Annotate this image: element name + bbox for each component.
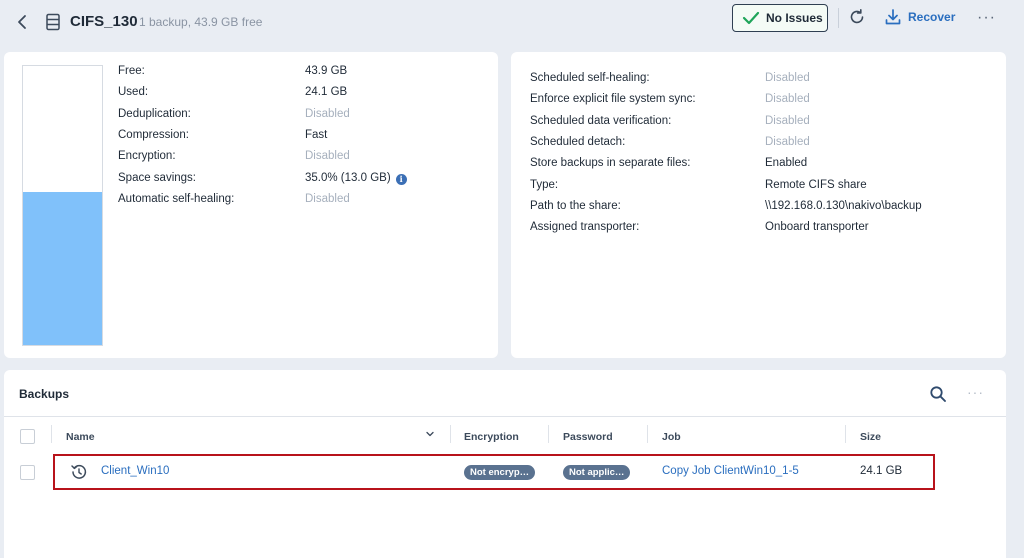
checkmark-icon — [742, 11, 760, 25]
recover-label: Recover — [908, 10, 956, 24]
divider — [4, 416, 1006, 417]
setting-prop-value-text: Remote CIFS share — [765, 178, 867, 191]
setting-prop-value: Disabled — [765, 115, 810, 127]
storage-summary-card: Free: 43.9 GB Used: 24.1 GB Deduplication: Di… — [4, 52, 498, 358]
setting-prop-value-text: Disabled — [765, 93, 810, 106]
encryption-badge: Not encryp… — [464, 465, 536, 480]
backups-more-icon[interactable]: ··· — [967, 384, 984, 400]
setting-prop-label: Scheduled detach: — [530, 135, 626, 148]
setting-prop-label: Path to the share: — [530, 199, 621, 212]
column-divider — [845, 425, 846, 443]
backup-size: 24.1 GB — [860, 465, 903, 477]
download-icon — [885, 9, 901, 25]
select-all-checkbox[interactable] — [20, 429, 35, 444]
storage-prop-label: Deduplication: — [118, 107, 191, 120]
setting-prop-value-text: Onboard transporter — [765, 221, 869, 234]
setting-prop-value-text: \\192.168.0.130\nakivo\backup — [765, 199, 922, 212]
backup-restore-icon — [71, 464, 87, 479]
search-icon[interactable] — [929, 385, 947, 403]
row-checkbox[interactable] — [20, 465, 35, 480]
storage-prop-value-text: Disabled — [305, 192, 350, 205]
setting-prop-value: Enabled — [765, 157, 807, 169]
column-divider — [647, 425, 648, 443]
info-icon[interactable]: i — [395, 173, 407, 185]
setting-prop-label: Store backups in separate files: — [530, 157, 691, 170]
setting-prop-label: Enforce explicit file system sync: — [530, 93, 696, 106]
storage-prop-value: Disabled — [305, 150, 350, 162]
setting-prop-value-text: Disabled — [765, 114, 810, 127]
recover-button[interactable]: Recover — [884, 8, 955, 26]
status-label: No Issues — [766, 11, 823, 25]
storage-prop-label: Automatic self-healing: — [118, 192, 235, 205]
column-divider — [548, 425, 549, 443]
column-header-size[interactable]: Size — [860, 431, 881, 443]
storage-prop-value-text: 24.1 GB — [305, 86, 348, 99]
page-title: CIFS_130 — [70, 13, 138, 30]
storage-prop-value-text: 43.9 GB — [305, 65, 348, 77]
more-options-icon[interactable]: ··· — [977, 9, 996, 27]
setting-prop-value: Disabled — [765, 136, 810, 148]
column-divider — [450, 425, 451, 443]
storage-prop-label: Free: — [118, 65, 145, 77]
password-badge: Not applic… — [563, 465, 631, 480]
repository-icon — [46, 13, 60, 31]
setting-prop-value: \\192.168.0.130\nakivo\backup — [765, 200, 922, 212]
setting-prop-value-text: Enabled — [765, 157, 808, 170]
storage-prop-value: Disabled — [305, 193, 350, 205]
setting-prop-value-text: Disabled — [765, 135, 810, 148]
repository-settings-card: Scheduled self-healing: Disabled Enforce e… — [511, 52, 1006, 358]
setting-prop-label: Scheduled data verification: — [530, 114, 672, 127]
storage-prop-label: Space savings: — [118, 171, 196, 184]
storage-prop-label: Encryption: — [118, 150, 176, 163]
storage-prop-value: Disabled — [305, 108, 350, 120]
header: CIFS_130 1 backup, 43.9 GB free No Issue… — [0, 0, 1024, 44]
back-arrow-icon[interactable] — [14, 12, 32, 32]
setting-prop-value: Remote CIFS share — [765, 179, 867, 191]
storage-used-fill — [23, 191, 102, 345]
storage-prop-value-text: Disabled — [305, 107, 350, 120]
setting-prop-value-text: Disabled — [765, 72, 810, 84]
setting-prop-value: Onboard transporter — [765, 221, 869, 233]
setting-prop-label: Type: — [530, 178, 559, 191]
column-header-password[interactable]: Password — [563, 431, 613, 443]
setting-prop-value: Disabled — [765, 93, 810, 105]
backups-panel: Backups ··· Name Encryption Password Job… — [4, 370, 1006, 558]
backup-name-link[interactable]: Client_Win10 — [101, 465, 169, 477]
storage-prop-label: Used: — [118, 86, 149, 99]
storage-prop-label: Compression: — [118, 128, 189, 141]
storage-prop-value-text: 35.0% (13.0 GB) — [305, 171, 391, 184]
storage-prop-value: 24.1 GB — [305, 86, 347, 98]
storage-usage-gauge — [22, 65, 103, 346]
storage-prop-value: Fast — [305, 129, 327, 141]
storage-prop-value: 43.9 GB — [305, 65, 347, 77]
refresh-icon[interactable] — [848, 8, 866, 26]
status-button[interactable]: No Issues — [732, 4, 828, 32]
job-link[interactable]: Copy Job ClientWin10_1-5 — [662, 465, 799, 477]
toolbar-divider — [838, 8, 839, 28]
column-divider — [51, 425, 52, 443]
setting-prop-value: Disabled — [765, 72, 810, 84]
storage-prop-value: 35.0% (13.0 GB) i — [305, 172, 407, 185]
setting-prop-label: Assigned transporter: — [530, 221, 640, 234]
storage-prop-value-text: Fast — [305, 128, 328, 141]
column-header-job[interactable]: Job — [662, 431, 681, 443]
sort-chevron-down-icon[interactable] — [425, 429, 435, 439]
storage-prop-value-text: Disabled — [305, 150, 350, 163]
backups-title: Backups — [19, 387, 70, 401]
column-header-encryption[interactable]: Encryption — [464, 431, 519, 443]
setting-prop-label: Scheduled self-healing: — [530, 72, 650, 84]
column-header-name[interactable]: Name — [66, 431, 95, 443]
page-subtitle: 1 backup, 43.9 GB free — [139, 15, 263, 29]
